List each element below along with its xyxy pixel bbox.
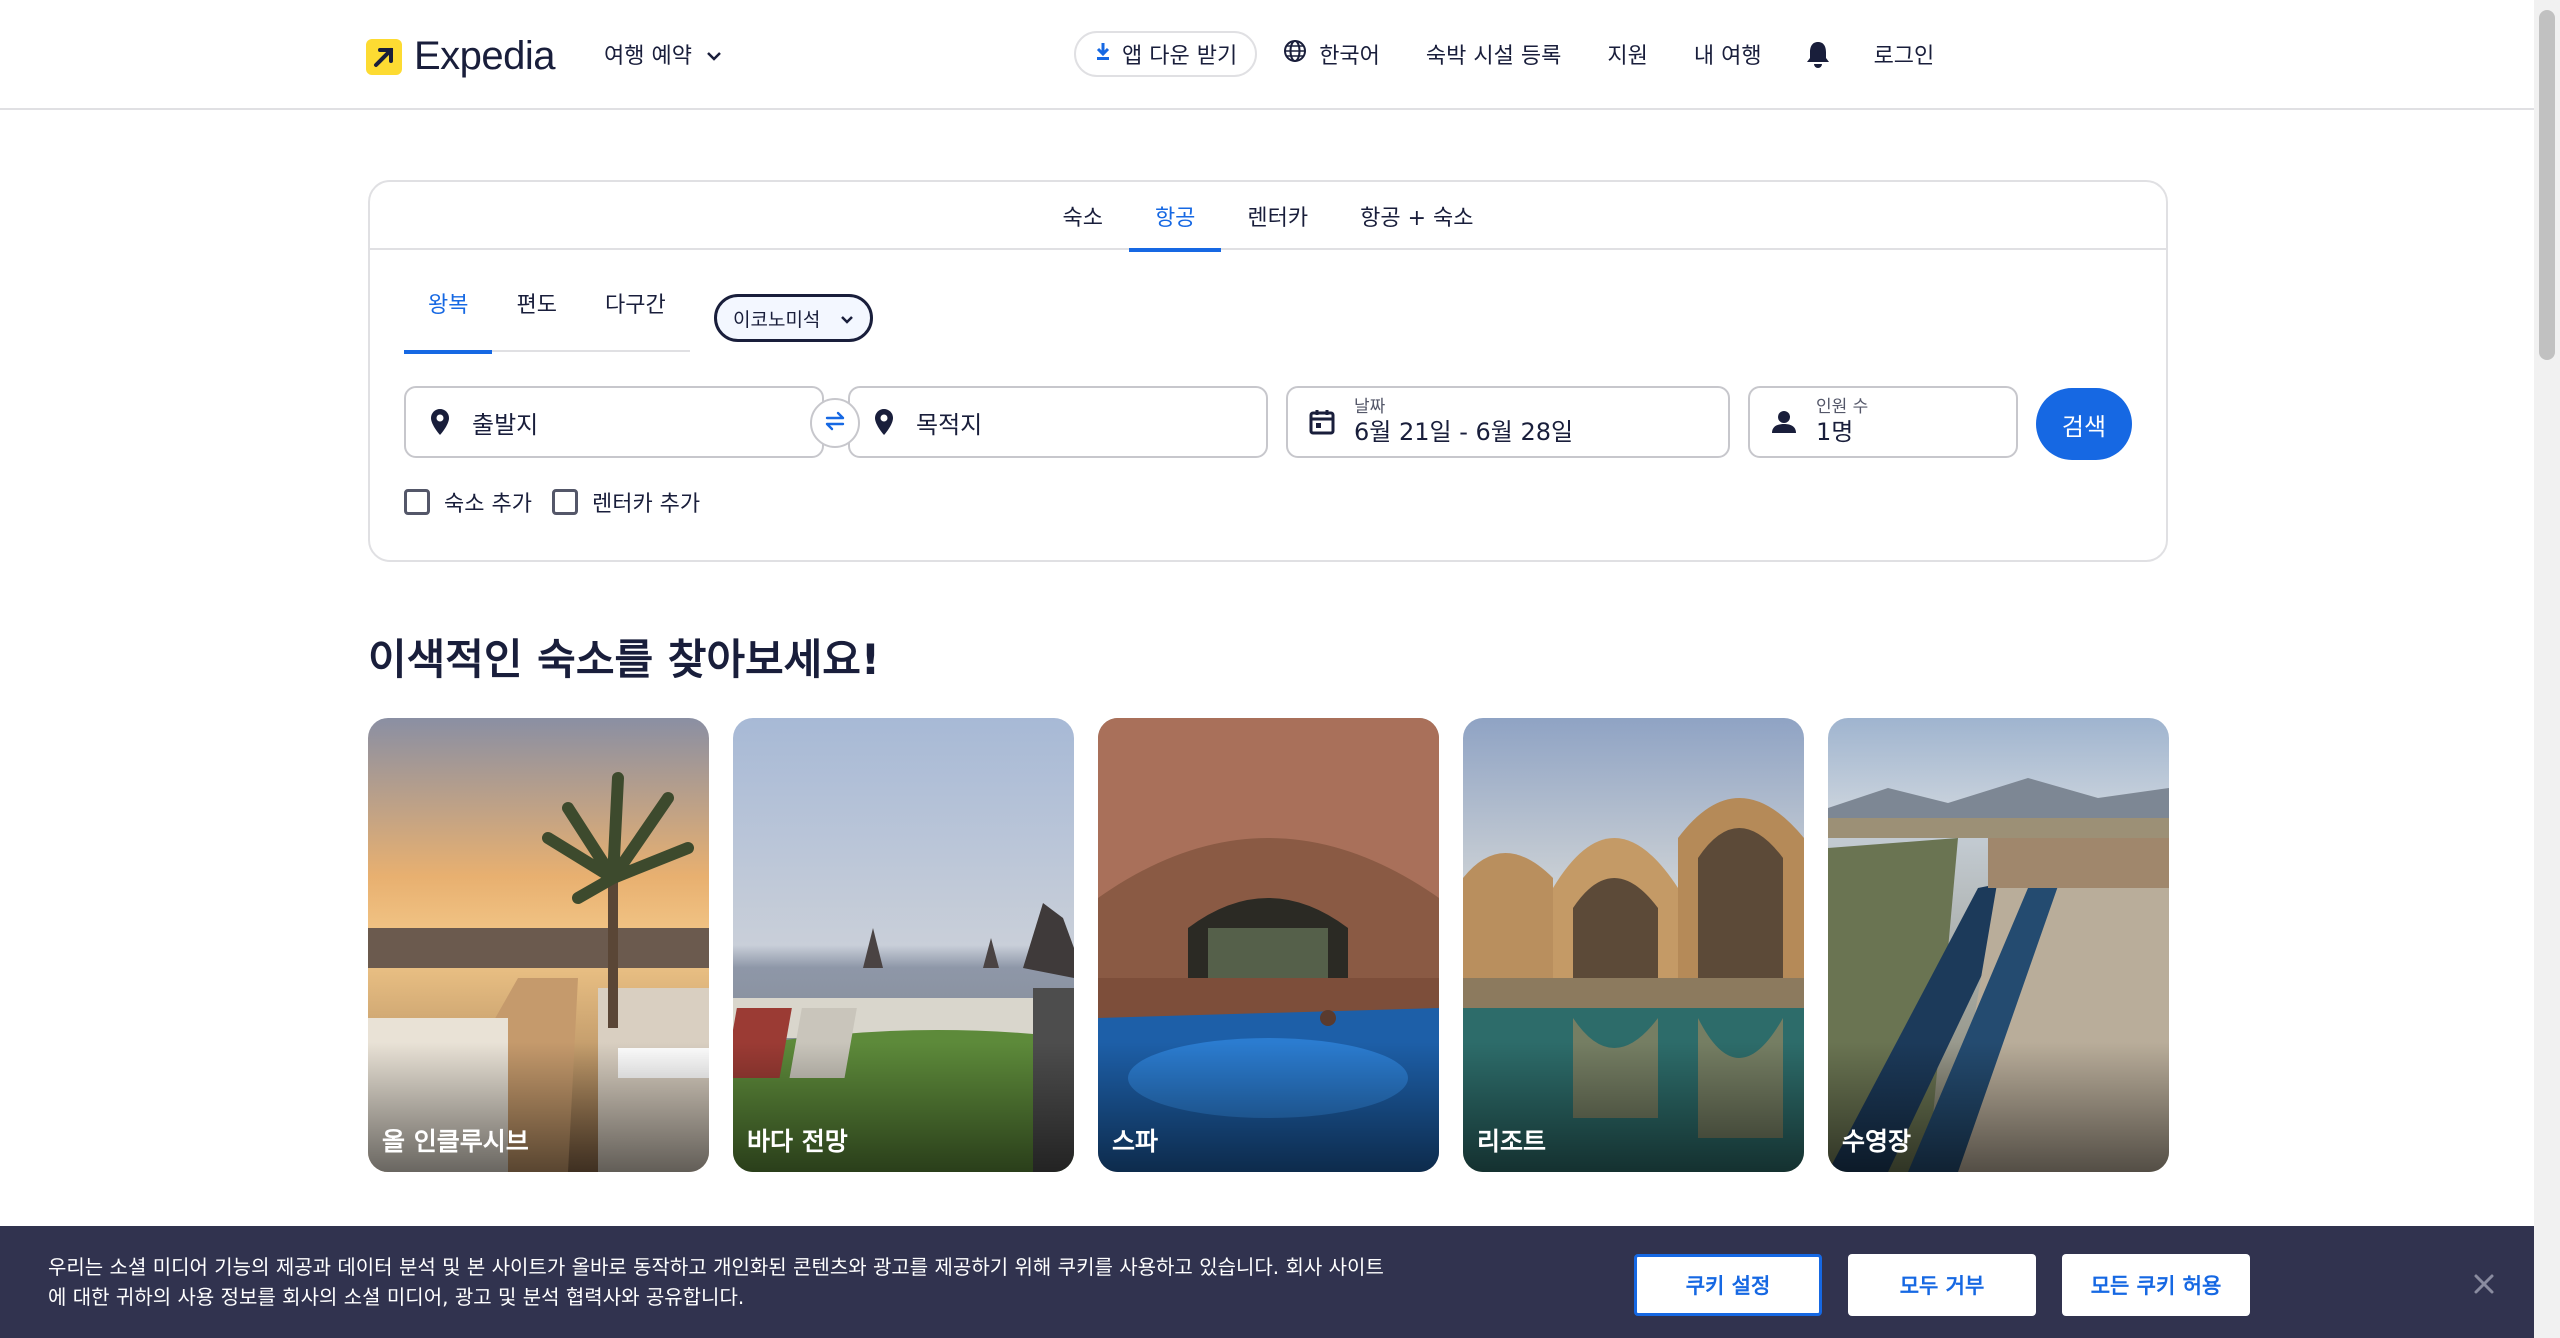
trip-menu-label: 여행 예약 <box>604 44 692 69</box>
card-spa[interactable]: 스파 <box>1098 718 1439 1172</box>
card-label: 올 인클루시브 <box>382 1127 529 1156</box>
destination-placeholder: 목적지 <box>916 410 983 439</box>
swap-locations-button[interactable] <box>810 398 860 448</box>
support-link[interactable]: 지원 <box>1607 38 1647 70</box>
person-icon <box>1768 410 1800 434</box>
dates-text: 날짜 6월 21일 - 6월 28일 <box>1354 397 1573 447</box>
cookie-banner: 우리는 소셜 미디어 기능의 제공과 데이터 분석 및 본 사이트가 올바로 동… <box>0 1226 2534 1338</box>
add-stay-label: 숙소 추가 <box>444 492 532 517</box>
card-pool[interactable]: 수영장 <box>1828 718 2169 1172</box>
cabin-class-dropdown[interactable]: 이코노미석 <box>714 294 874 342</box>
page-scrollbar[interactable] <box>2534 0 2560 1338</box>
login-link[interactable]: 로그인 <box>1874 38 1935 70</box>
brand-name: Expedia <box>414 34 556 78</box>
scrollbar-thumb[interactable] <box>2539 10 2555 360</box>
app-download-button[interactable]: 앱 다운 받기 <box>1074 31 1258 77</box>
close-icon[interactable] <box>2470 1270 2498 1298</box>
tab-packages[interactable]: 항공 + 숙소 <box>1334 182 1499 250</box>
tab-multi-city[interactable]: 다구간 <box>581 282 690 352</box>
tab-stays[interactable]: 숙소 <box>1036 182 1128 250</box>
cabin-class-value: 이코노미석 <box>733 308 821 331</box>
expedia-logo-icon <box>366 38 402 75</box>
card-all-inclusive[interactable]: 올 인클루시브 <box>368 718 709 1172</box>
search-button[interactable]: 검색 <box>2036 388 2132 460</box>
travelers-picker[interactable]: 인원 수 1명 <box>1748 386 2018 458</box>
addon-options: 숙소 추가 렌터카 추가 <box>404 486 700 518</box>
tab-flights[interactable]: 항공 <box>1128 182 1222 252</box>
origin-input[interactable]: 출발지 <box>404 386 824 458</box>
header-nav: 앱 다운 받기 한국어 숙박 시설 등록 지원 내 여행 로그인 <box>1074 30 1934 78</box>
reject-all-button[interactable]: 모두 거부 <box>1848 1254 2036 1316</box>
origin-placeholder: 출발지 <box>472 410 539 439</box>
search-tabs: 숙소 항공 렌터카 항공 + 숙소 <box>370 182 2166 252</box>
globe-icon <box>1283 39 1307 69</box>
add-car-checkbox[interactable]: 렌터카 추가 <box>551 486 701 518</box>
trip-type-tabs: 왕복 편도 다구간 <box>404 282 690 354</box>
download-icon <box>1094 41 1112 67</box>
cookie-banner-text: 우리는 소셜 미디어 기능의 제공과 데이터 분석 및 본 사이트가 올바로 동… <box>48 1255 1384 1309</box>
card-resort[interactable]: 리조트 <box>1463 718 1804 1172</box>
checkbox-box[interactable] <box>404 489 430 515</box>
card-label: 수영장 <box>1842 1127 1912 1156</box>
location-pin-icon <box>424 408 456 436</box>
property-type-cards: 올 인클루시브 바다 전망 스파 리조트 수영장 <box>368 718 2169 1172</box>
calendar-icon <box>1306 408 1338 436</box>
dates-label: 날짜 <box>1354 397 1386 417</box>
travelers-text: 인원 수 1명 <box>1816 397 1868 447</box>
card-label: 스파 <box>1112 1127 1159 1156</box>
destination-input[interactable]: 목적지 <box>848 386 1268 458</box>
chevron-down-icon <box>840 307 854 329</box>
location-pin-icon <box>868 408 900 436</box>
tab-roundtrip[interactable]: 왕복 <box>404 282 493 354</box>
my-trips-link[interactable]: 내 여행 <box>1694 38 1762 70</box>
checkbox-box[interactable] <box>551 489 578 515</box>
swap-arrows-icon <box>823 411 847 435</box>
section-title: 이색적인 숙소를 찾아보세요! <box>368 635 881 684</box>
top-header: Expedia 여행 예약 앱 다운 받기 한국어 숙박 시설 등록 지원 내 … <box>0 0 2534 110</box>
notifications-bell-icon[interactable] <box>1806 40 1830 68</box>
tab-cars[interactable]: 렌터카 <box>1221 182 1334 250</box>
tab-one-way[interactable]: 편도 <box>492 282 580 352</box>
trip-booking-menu[interactable]: 여행 예약 <box>604 38 722 70</box>
dates-picker[interactable]: 날짜 6월 21일 - 6월 28일 <box>1286 386 1730 458</box>
search-form-card: 숙소 항공 렌터카 항공 + 숙소 왕복 편도 다구간 이코노미석 출발지 목적… <box>368 180 2168 562</box>
chevron-down-icon <box>706 42 722 67</box>
add-car-label: 렌터카 추가 <box>591 492 701 517</box>
dates-value: 6월 21일 - 6월 28일 <box>1354 418 1574 446</box>
travelers-label: 인원 수 <box>1816 397 1869 417</box>
add-stay-checkbox[interactable]: 숙소 추가 <box>404 486 532 518</box>
card-label: 리조트 <box>1477 1127 1547 1156</box>
travelers-value: 1명 <box>1816 418 1854 446</box>
cookie-settings-button[interactable]: 쿠키 설정 <box>1634 1254 1822 1316</box>
app-download-label: 앱 다운 받기 <box>1122 44 1238 69</box>
accept-all-button[interactable]: 모든 쿠키 허용 <box>2062 1254 2250 1316</box>
expedia-logo[interactable]: Expedia <box>366 34 556 79</box>
list-property-link[interactable]: 숙박 시설 등록 <box>1426 38 1561 70</box>
card-label: 바다 전망 <box>747 1127 848 1156</box>
language-selector[interactable]: 한국어 <box>1283 38 1380 70</box>
language-label: 한국어 <box>1319 44 1380 69</box>
card-ocean-view[interactable]: 바다 전망 <box>733 718 1074 1172</box>
